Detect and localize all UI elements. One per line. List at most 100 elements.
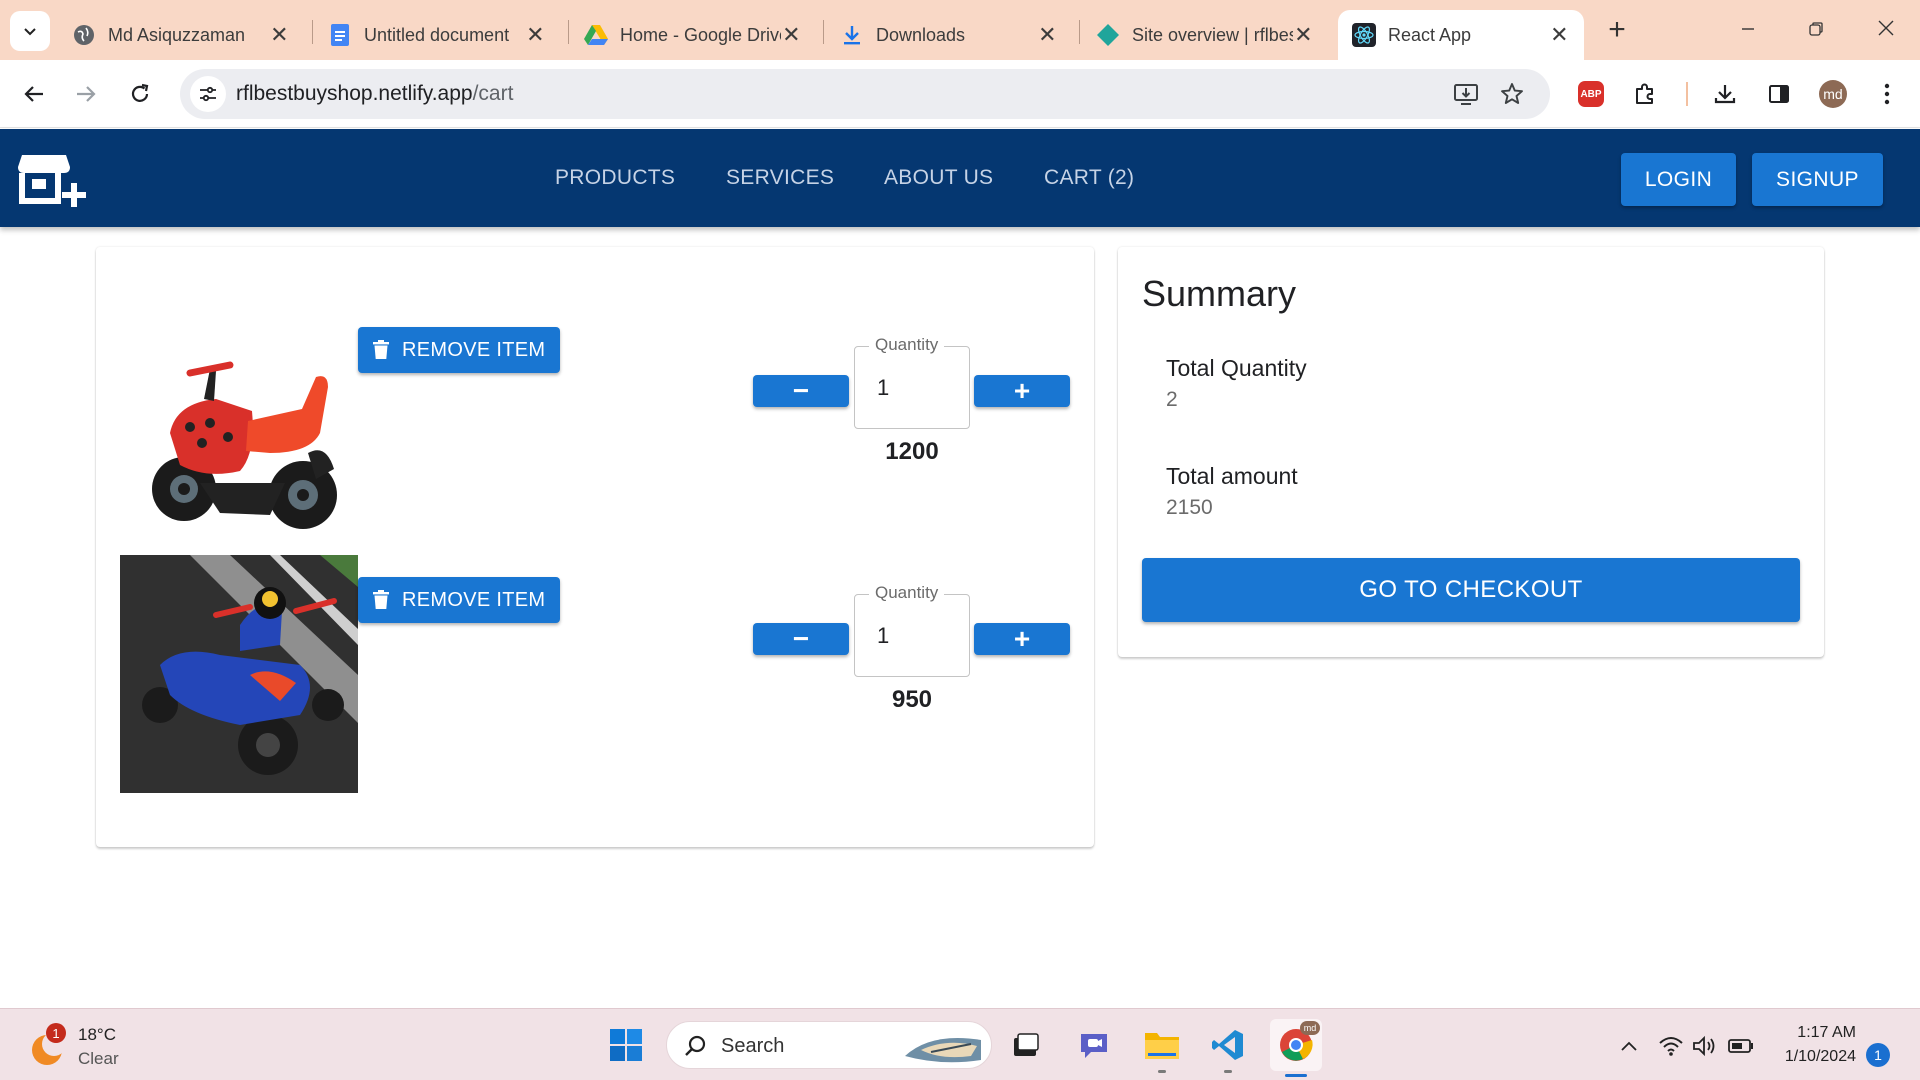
taskbar-task-view[interactable] xyxy=(1004,1023,1048,1067)
chevron-up-icon xyxy=(1621,1041,1637,1051)
summary-title: Summary xyxy=(1142,273,1297,314)
running-indicator xyxy=(1224,1070,1232,1073)
windows-taskbar: 1 18°C Clear Search md 1:17 AM 1/10/2024… xyxy=(0,1008,1920,1080)
reload-button[interactable] xyxy=(120,74,160,114)
avatar: md xyxy=(1819,80,1847,108)
quantity-field[interactable]: Quantity 1 xyxy=(854,335,970,429)
plus-icon: + xyxy=(1013,375,1031,406)
quantity-field[interactable]: Quantity 1 xyxy=(854,583,970,677)
taskbar-vscode[interactable] xyxy=(1206,1023,1250,1073)
close-window-button[interactable] xyxy=(1856,10,1916,50)
taskbar-file-explorer[interactable] xyxy=(1140,1023,1184,1073)
back-button[interactable] xyxy=(14,74,54,114)
signup-button[interactable]: SIGNUP xyxy=(1752,153,1883,206)
forward-button[interactable] xyxy=(66,74,106,114)
tab-title: React App xyxy=(1388,24,1472,45)
tab-search-button[interactable] xyxy=(10,11,50,51)
running-indicator xyxy=(1285,1074,1307,1077)
decrease-quantity-button[interactable]: − xyxy=(753,623,849,655)
bookmark-button[interactable] xyxy=(1496,78,1528,110)
adblock-extension-button[interactable]: ABP xyxy=(1574,77,1608,111)
site-info-button[interactable] xyxy=(190,76,226,112)
trash-icon xyxy=(373,590,389,609)
address-bar[interactable]: rflbestbuyshop.netlify.app/cart xyxy=(180,69,1550,119)
increase-quantity-button[interactable]: + xyxy=(974,623,1070,655)
store-logo-icon[interactable] xyxy=(18,153,90,209)
taskbar-chrome[interactable]: md xyxy=(1270,1019,1322,1077)
weather-widget[interactable]: 1 18°C Clear xyxy=(26,1021,136,1071)
search-placeholder: Search xyxy=(721,1035,785,1057)
tab-md-asiquzzaman[interactable]: Md Asiquzzaman ✕ xyxy=(58,10,304,60)
profile-button[interactable]: md xyxy=(1816,77,1850,111)
remove-item-button[interactable]: REMOVE ITEM xyxy=(358,577,560,623)
cart-item: REMOVE ITEM − Quantity 1 + 950 xyxy=(96,555,1094,805)
notification-badge[interactable]: 1 xyxy=(1866,1043,1890,1067)
remove-item-button[interactable]: REMOVE ITEM xyxy=(358,327,560,373)
show-hidden-icons-button[interactable] xyxy=(1614,1031,1644,1061)
total-amount-label: Total amount xyxy=(1166,463,1298,489)
volume-button[interactable] xyxy=(1690,1031,1720,1061)
tab-site-overview[interactable]: Site overview | rflbestbuyshop ✕ xyxy=(1082,10,1328,60)
tab-title: Home - Google Drive xyxy=(620,24,781,45)
clock-date: 1/10/2024 xyxy=(1784,1048,1856,1065)
close-icon[interactable]: ✕ xyxy=(1037,22,1058,48)
item-price: 1200 xyxy=(885,438,939,465)
extensions-button[interactable] xyxy=(1628,77,1662,111)
side-panel-button[interactable] xyxy=(1762,77,1796,111)
minus-icon: − xyxy=(792,375,810,406)
side-panel-icon xyxy=(1769,85,1789,103)
tab-untitled-document[interactable]: Untitled document ✕ xyxy=(314,10,560,60)
login-button[interactable]: LOGIN xyxy=(1621,153,1736,206)
star-icon xyxy=(1501,83,1523,104)
close-icon[interactable]: ✕ xyxy=(1549,22,1570,48)
tab-downloads[interactable]: Downloads ✕ xyxy=(826,10,1072,60)
taskbar-clock[interactable]: 1:17 AM 1/10/2024 xyxy=(1766,1021,1856,1069)
install-app-button[interactable] xyxy=(1450,78,1482,110)
clock-time: 1:17 AM xyxy=(1797,1024,1856,1041)
nav-about-us[interactable]: ABOUT US xyxy=(884,166,993,190)
downloads-button[interactable] xyxy=(1708,77,1742,111)
download-icon xyxy=(1714,85,1736,104)
product-image-red-tricycle xyxy=(120,303,358,541)
nav-cart[interactable]: CART (2) xyxy=(1044,166,1134,190)
taskbar-teams[interactable] xyxy=(1072,1023,1116,1067)
tune-icon xyxy=(200,86,216,102)
decrease-quantity-button[interactable]: − xyxy=(753,375,849,407)
tab-react-app[interactable]: React App ✕ xyxy=(1338,10,1584,60)
volume-icon xyxy=(1693,1035,1715,1057)
browser-tab-strip: Md Asiquzzaman ✕ Untitled document ✕ Hom… xyxy=(0,0,1920,60)
close-icon[interactable]: ✕ xyxy=(1293,22,1314,48)
cart-item: REMOVE ITEM − Quantity 1 + 1200 xyxy=(96,303,1094,543)
tab-separator xyxy=(568,20,569,44)
tab-google-drive[interactable]: Home - Google Drive ✕ xyxy=(570,10,816,60)
nav-products[interactable]: PRODUCTS xyxy=(555,166,675,190)
close-icon[interactable]: ✕ xyxy=(269,22,290,48)
tab-separator xyxy=(1079,20,1080,44)
taskbar-search[interactable]: Search xyxy=(666,1021,992,1069)
minimize-button[interactable] xyxy=(1718,10,1778,50)
network-button[interactable] xyxy=(1656,1031,1686,1061)
globe-icon xyxy=(72,23,96,47)
reload-icon xyxy=(131,83,149,102)
browser-toolbar: rflbestbuyshop.netlify.app/cart ABP md xyxy=(0,60,1920,128)
more-vert-icon xyxy=(1884,83,1890,105)
restore-button[interactable] xyxy=(1786,10,1846,50)
nav-services[interactable]: SERVICES xyxy=(726,166,834,190)
app-bar: PRODUCTS SERVICES ABOUT US CART (2) LOGI… xyxy=(0,129,1920,227)
close-icon[interactable]: ✕ xyxy=(781,22,802,48)
close-icon xyxy=(1878,20,1894,36)
quantity-value: 1 xyxy=(877,623,890,648)
start-button[interactable] xyxy=(604,1023,648,1067)
chevron-down-icon xyxy=(24,28,36,36)
tab-title: Downloads xyxy=(876,24,966,45)
close-icon[interactable]: ✕ xyxy=(525,22,546,48)
netlify-icon xyxy=(1096,23,1120,47)
url-text[interactable]: rflbestbuyshop.netlify.app/cart xyxy=(236,82,513,106)
checkout-button[interactable]: GO TO CHECKOUT xyxy=(1142,558,1800,622)
chrome-menu-button[interactable] xyxy=(1870,77,1904,111)
vscode-icon xyxy=(1212,1030,1243,1060)
increase-quantity-button[interactable]: + xyxy=(974,375,1070,407)
arrow-left-icon xyxy=(24,86,43,102)
battery-button[interactable] xyxy=(1726,1031,1756,1061)
new-tab-button[interactable]: + xyxy=(1600,14,1634,48)
